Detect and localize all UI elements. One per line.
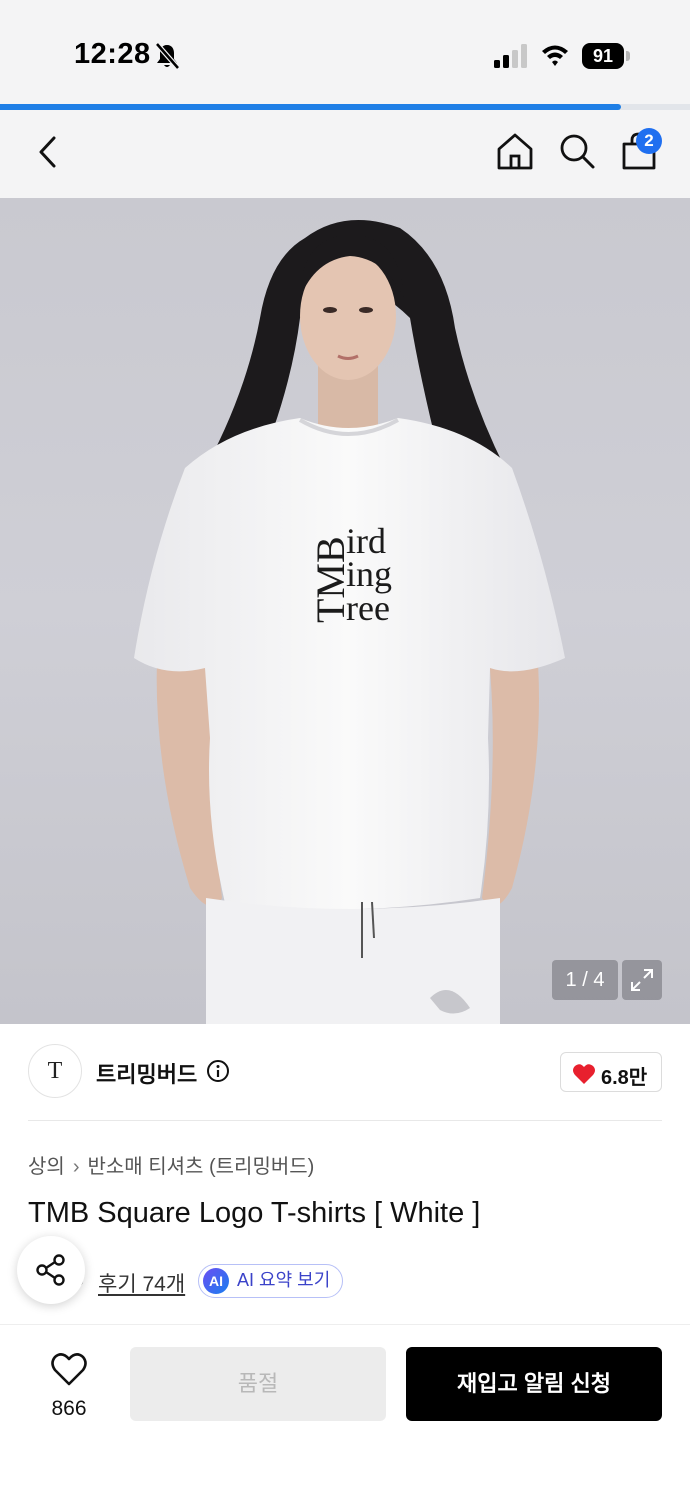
status-time: 12:28 bbox=[74, 38, 151, 70]
wishlist-button[interactable]: 866 bbox=[28, 1347, 110, 1427]
breadcrumb-category[interactable]: 상의 bbox=[28, 1150, 65, 1179]
chevron-right-icon: › bbox=[72, 1156, 80, 1178]
home-icon[interactable] bbox=[494, 130, 536, 172]
expand-image-button[interactable] bbox=[622, 960, 662, 1000]
search-icon[interactable] bbox=[556, 130, 598, 172]
product-photo: ird ing ree TMB bbox=[134, 220, 565, 1024]
product-image-gallery[interactable]: ird ing ree TMB 1 / 4 bbox=[0, 198, 690, 1024]
brand-like-button[interactable]: 6.8만 bbox=[560, 1052, 662, 1092]
brand-logo[interactable]: T bbox=[28, 1044, 82, 1098]
cart-count-badge[interactable]: 2 bbox=[636, 128, 662, 154]
ai-summary-button[interactable]: AI AI 요약 보기 bbox=[198, 1264, 344, 1298]
status-bar: 12:28 91 bbox=[0, 0, 690, 106]
top-nav-bar: 2 bbox=[0, 110, 690, 198]
ai-summary-label: AI 요약 보기 bbox=[237, 1270, 331, 1290]
review-count-link[interactable]: 후기 74개 bbox=[98, 1268, 185, 1298]
brand-row: T 트리밍버드 6.8만 bbox=[0, 1024, 690, 1120]
soldout-button: 품절 bbox=[130, 1347, 386, 1421]
print-vertical-text: TMB bbox=[308, 536, 353, 623]
heart-filled-icon bbox=[573, 1064, 595, 1084]
battery-indicator: 91 bbox=[582, 43, 630, 69]
heart-outline-icon bbox=[51, 1353, 87, 1386]
wifi-icon bbox=[542, 45, 568, 66]
breadcrumb: 상의 › 반소매 티셔츠 (트리밍버드) bbox=[28, 1150, 314, 1179]
product-title: TMB Square Logo T-shirts [ White ] bbox=[28, 1197, 481, 1229]
back-arrow-icon[interactable] bbox=[30, 132, 66, 172]
review-row: ★ 3 후기 74개 AI AI 요약 보기 bbox=[28, 1264, 668, 1298]
battery-level: 91 bbox=[582, 43, 624, 69]
shirt-print: ird ing ree TMB bbox=[308, 521, 392, 628]
restock-alert-button[interactable]: 재입고 알림 신청 bbox=[406, 1347, 662, 1421]
wishlist-count: 866 bbox=[51, 1397, 87, 1420]
info-icon[interactable] bbox=[206, 1059, 230, 1083]
cellular-signal-icon bbox=[494, 44, 527, 68]
share-icon bbox=[36, 1254, 65, 1286]
battery-tip bbox=[626, 51, 630, 61]
share-button[interactable] bbox=[17, 1236, 85, 1304]
ai-icon: AI bbox=[203, 1268, 229, 1294]
brand-name[interactable]: 트리밍버드 bbox=[96, 1057, 197, 1089]
expand-icon bbox=[631, 969, 653, 991]
section-divider bbox=[28, 1120, 662, 1121]
bell-off-icon bbox=[155, 42, 180, 70]
breadcrumb-subcategory[interactable]: 반소매 티셔츠 (트리밍버드) bbox=[87, 1150, 314, 1179]
bottom-action-bar: 866 품절 재입고 알림 신청 bbox=[0, 1324, 690, 1500]
image-counter: 1 / 4 bbox=[552, 960, 618, 1000]
brand-like-count: 6.8만 bbox=[601, 1067, 648, 1089]
